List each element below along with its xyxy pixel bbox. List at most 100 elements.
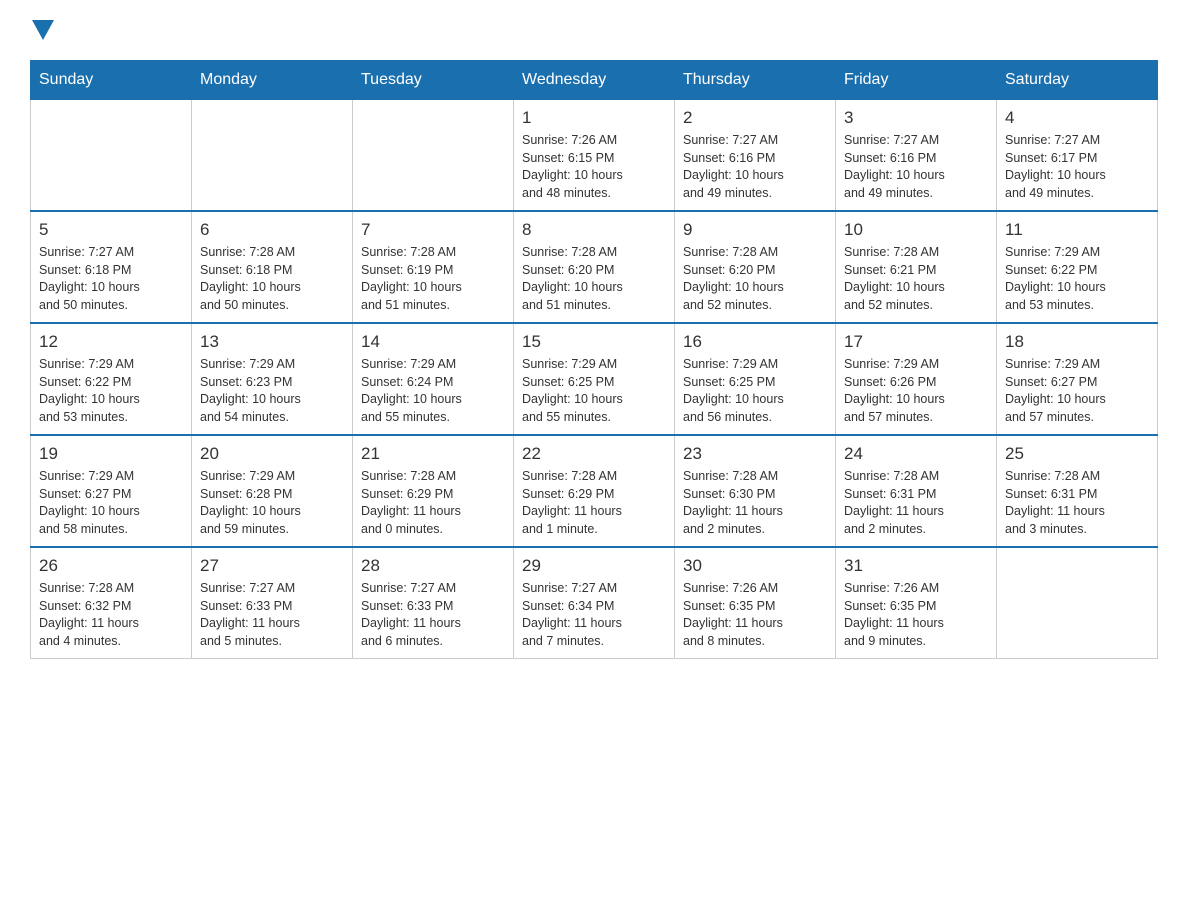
day-info: Sunrise: 7:27 AM Sunset: 6:16 PM Dayligh… (683, 132, 827, 202)
calendar-day-cell: 15 Sunrise: 7:29 AM Sunset: 6:25 PM Dayli… (514, 323, 675, 435)
day-number: 13 (200, 332, 344, 352)
day-info: Sunrise: 7:29 AM Sunset: 6:25 PM Dayligh… (522, 356, 666, 426)
calendar-day-cell (353, 100, 514, 212)
day-info: Sunrise: 7:27 AM Sunset: 6:17 PM Dayligh… (1005, 132, 1149, 202)
logo (30, 20, 54, 40)
calendar-day-cell: 2 Sunrise: 7:27 AM Sunset: 6:16 PM Daylig… (675, 100, 836, 212)
calendar-day-cell: 7 Sunrise: 7:28 AM Sunset: 6:19 PM Daylig… (353, 211, 514, 323)
day-info: Sunrise: 7:29 AM Sunset: 6:27 PM Dayligh… (39, 468, 183, 538)
calendar-day-cell: 11Sunrise: 7:29 AM Sunset: 6:22 PM Dayli… (997, 211, 1158, 323)
calendar-table: SundayMondayTuesdayWednesdayThursdayFrid… (30, 60, 1158, 659)
calendar-day-cell: 27Sunrise: 7:27 AM Sunset: 6:33 PM Dayli… (192, 547, 353, 659)
day-info: Sunrise: 7:29 AM Sunset: 6:24 PM Dayligh… (361, 356, 505, 426)
day-info: Sunrise: 7:28 AM Sunset: 6:30 PM Dayligh… (683, 468, 827, 538)
day-number: 1 (522, 108, 666, 128)
day-number: 22 (522, 444, 666, 464)
day-number: 16 (683, 332, 827, 352)
day-number: 6 (200, 220, 344, 240)
day-info: Sunrise: 7:26 AM Sunset: 6:35 PM Dayligh… (844, 580, 988, 650)
calendar-day-cell: 8 Sunrise: 7:28 AM Sunset: 6:20 PM Daylig… (514, 211, 675, 323)
day-number: 25 (1005, 444, 1149, 464)
day-info: Sunrise: 7:28 AM Sunset: 6:31 PM Dayligh… (844, 468, 988, 538)
day-info: Sunrise: 7:28 AM Sunset: 6:18 PM Dayligh… (200, 244, 344, 314)
day-info: Sunrise: 7:27 AM Sunset: 6:16 PM Dayligh… (844, 132, 988, 202)
day-number: 9 (683, 220, 827, 240)
calendar-day-cell: 22 Sunrise: 7:28 AM Sunset: 6:29 PM Dayli… (514, 435, 675, 547)
day-header-monday: Monday (192, 61, 353, 100)
calendar-day-cell: 4 Sunrise: 7:27 AM Sunset: 6:17 PM Daylig… (997, 100, 1158, 212)
calendar-week-row: 19 Sunrise: 7:29 AM Sunset: 6:27 PM Dayli… (31, 435, 1158, 547)
calendar-day-cell: 12Sunrise: 7:29 AM Sunset: 6:22 PM Dayli… (31, 323, 192, 435)
day-number: 19 (39, 444, 183, 464)
day-number: 4 (1005, 108, 1149, 128)
day-number: 7 (361, 220, 505, 240)
calendar-day-cell: 23 Sunrise: 7:28 AM Sunset: 6:30 PM Dayli… (675, 435, 836, 547)
day-info: Sunrise: 7:28 AM Sunset: 6:21 PM Dayligh… (844, 244, 988, 314)
day-info: Sunrise: 7:28 AM Sunset: 6:32 PM Dayligh… (39, 580, 183, 650)
day-number: 27 (200, 556, 344, 576)
day-info: Sunrise: 7:29 AM Sunset: 6:27 PM Dayligh… (1005, 356, 1149, 426)
calendar-day-cell: 26 Sunrise: 7:28 AM Sunset: 6:32 PM Dayli… (31, 547, 192, 659)
calendar-day-cell: 13 Sunrise: 7:29 AM Sunset: 6:23 PM Dayli… (192, 323, 353, 435)
calendar-day-cell: 18 Sunrise: 7:29 AM Sunset: 6:27 PM Dayli… (997, 323, 1158, 435)
calendar-week-row: 5 Sunrise: 7:27 AM Sunset: 6:18 PM Daylig… (31, 211, 1158, 323)
logo-triangle-icon (32, 20, 54, 40)
day-number: 14 (361, 332, 505, 352)
day-number: 31 (844, 556, 988, 576)
day-number: 21 (361, 444, 505, 464)
calendar-day-cell: 19 Sunrise: 7:29 AM Sunset: 6:27 PM Dayli… (31, 435, 192, 547)
calendar-day-cell: 17Sunrise: 7:29 AM Sunset: 6:26 PM Dayli… (836, 323, 997, 435)
day-header-sunday: Sunday (31, 61, 192, 100)
day-header-friday: Friday (836, 61, 997, 100)
day-info: Sunrise: 7:29 AM Sunset: 6:23 PM Dayligh… (200, 356, 344, 426)
calendar-day-cell: 1Sunrise: 7:26 AM Sunset: 6:15 PM Daylig… (514, 100, 675, 212)
day-info: Sunrise: 7:28 AM Sunset: 6:20 PM Dayligh… (522, 244, 666, 314)
day-info: Sunrise: 7:28 AM Sunset: 6:31 PM Dayligh… (1005, 468, 1149, 538)
calendar-day-cell: 16 Sunrise: 7:29 AM Sunset: 6:25 PM Dayli… (675, 323, 836, 435)
day-info: Sunrise: 7:27 AM Sunset: 6:34 PM Dayligh… (522, 580, 666, 650)
day-number: 23 (683, 444, 827, 464)
calendar-day-cell: 6 Sunrise: 7:28 AM Sunset: 6:18 PM Daylig… (192, 211, 353, 323)
calendar-day-cell (192, 100, 353, 212)
day-header-tuesday: Tuesday (353, 61, 514, 100)
day-number: 15 (522, 332, 666, 352)
day-info: Sunrise: 7:28 AM Sunset: 6:20 PM Dayligh… (683, 244, 827, 314)
calendar-day-cell: 20Sunrise: 7:29 AM Sunset: 6:28 PM Dayli… (192, 435, 353, 547)
calendar-header-row: SundayMondayTuesdayWednesdayThursdayFrid… (31, 61, 1158, 100)
day-info: Sunrise: 7:29 AM Sunset: 6:28 PM Dayligh… (200, 468, 344, 538)
day-number: 11 (1005, 220, 1149, 240)
day-number: 28 (361, 556, 505, 576)
day-header-wednesday: Wednesday (514, 61, 675, 100)
page-header (30, 20, 1158, 40)
calendar-day-cell: 5 Sunrise: 7:27 AM Sunset: 6:18 PM Daylig… (31, 211, 192, 323)
day-number: 2 (683, 108, 827, 128)
day-number: 8 (522, 220, 666, 240)
day-info: Sunrise: 7:28 AM Sunset: 6:29 PM Dayligh… (522, 468, 666, 538)
day-header-saturday: Saturday (997, 61, 1158, 100)
calendar-day-cell: 21 Sunrise: 7:28 AM Sunset: 6:29 PM Dayli… (353, 435, 514, 547)
day-number: 18 (1005, 332, 1149, 352)
calendar-week-row: 26 Sunrise: 7:28 AM Sunset: 6:32 PM Dayli… (31, 547, 1158, 659)
day-number: 17 (844, 332, 988, 352)
calendar-day-cell: 31 Sunrise: 7:26 AM Sunset: 6:35 PM Dayli… (836, 547, 997, 659)
calendar-day-cell: 9 Sunrise: 7:28 AM Sunset: 6:20 PM Daylig… (675, 211, 836, 323)
day-number: 24 (844, 444, 988, 464)
calendar-day-cell: 25 Sunrise: 7:28 AM Sunset: 6:31 PM Dayli… (997, 435, 1158, 547)
day-header-thursday: Thursday (675, 61, 836, 100)
calendar-day-cell: 14 Sunrise: 7:29 AM Sunset: 6:24 PM Dayli… (353, 323, 514, 435)
calendar-day-cell (31, 100, 192, 212)
day-info: Sunrise: 7:28 AM Sunset: 6:29 PM Dayligh… (361, 468, 505, 538)
day-number: 10 (844, 220, 988, 240)
day-info: Sunrise: 7:27 AM Sunset: 6:33 PM Dayligh… (361, 580, 505, 650)
day-number: 5 (39, 220, 183, 240)
day-number: 30 (683, 556, 827, 576)
day-number: 3 (844, 108, 988, 128)
calendar-week-row: 12Sunrise: 7:29 AM Sunset: 6:22 PM Dayli… (31, 323, 1158, 435)
day-number: 26 (39, 556, 183, 576)
day-info: Sunrise: 7:27 AM Sunset: 6:18 PM Dayligh… (39, 244, 183, 314)
day-info: Sunrise: 7:26 AM Sunset: 6:35 PM Dayligh… (683, 580, 827, 650)
calendar-day-cell: 24 Sunrise: 7:28 AM Sunset: 6:31 PM Dayli… (836, 435, 997, 547)
day-info: Sunrise: 7:29 AM Sunset: 6:25 PM Dayligh… (683, 356, 827, 426)
day-info: Sunrise: 7:28 AM Sunset: 6:19 PM Dayligh… (361, 244, 505, 314)
day-number: 12 (39, 332, 183, 352)
